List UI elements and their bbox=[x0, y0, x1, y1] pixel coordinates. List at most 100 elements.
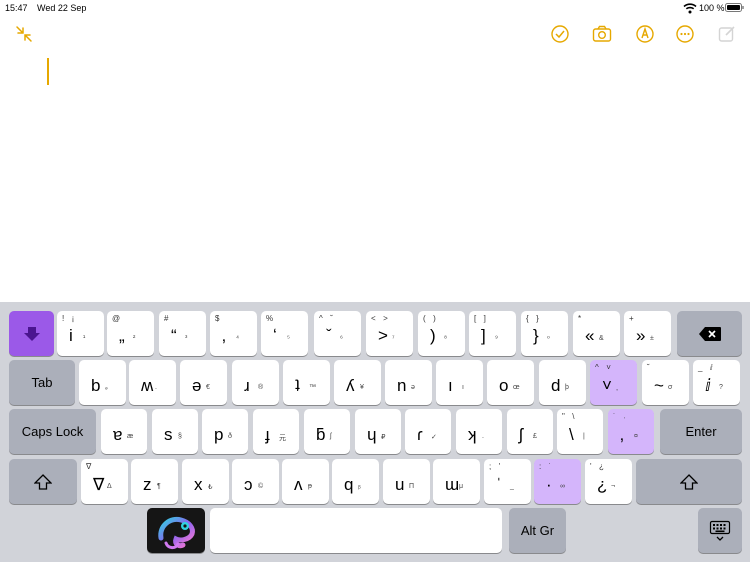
space-key[interactable] bbox=[210, 508, 502, 553]
key-alt-label: þ bbox=[565, 384, 569, 391]
key-shift-label: ˘ bbox=[647, 363, 651, 372]
key-main-label: ‚ bbox=[222, 326, 226, 345]
row1-key-10[interactable]: { }} ⁰ bbox=[521, 311, 568, 356]
row1-key-4[interactable]: $ ‚ ⁴ bbox=[210, 311, 257, 356]
row1-key-6[interactable]: ^ ˘ ˇ ⁶ bbox=[314, 311, 361, 356]
row2-key-3[interactable]: ə € bbox=[180, 360, 227, 405]
row2-key-10[interactable]: dþ bbox=[539, 360, 586, 405]
row1-key-7[interactable]: < > > ⁷ bbox=[366, 311, 413, 356]
key-shift-label: ^ ˘ bbox=[319, 314, 334, 323]
key-main-label: ƃ bbox=[316, 425, 326, 444]
row3-key-8[interactable]: ʞ. bbox=[456, 409, 502, 454]
key-main-label: ) bbox=[430, 326, 436, 345]
key-main-label: ‚ bbox=[620, 425, 624, 444]
key-main-label: ʇ bbox=[295, 376, 300, 395]
key-shift-label: # bbox=[164, 314, 170, 323]
row3-key-11[interactable]: ˙ ˒ ‚ ¤ bbox=[608, 409, 654, 454]
tab-key[interactable]: Tab bbox=[9, 360, 75, 405]
row1-key-11[interactable]: * «& bbox=[573, 311, 620, 356]
row4-key-6[interactable]: qᵦ bbox=[332, 459, 379, 504]
key-shift-label: ∇ bbox=[86, 462, 93, 471]
caps-lock-key[interactable]: Caps Lock bbox=[9, 409, 96, 454]
row4-key-1[interactable]: ∇ ∇ Δ bbox=[81, 459, 128, 504]
row1-key-9[interactable]: [ ]] ⁹ bbox=[469, 311, 516, 356]
key-alt-label: ð bbox=[228, 433, 232, 440]
key-shift-label: " \ bbox=[562, 412, 576, 421]
app-logo-key[interactable] bbox=[147, 508, 205, 553]
key-main-label: ˇ bbox=[326, 326, 332, 345]
more-icon[interactable] bbox=[675, 24, 695, 44]
row2-key-6[interactable]: ʎ ¥ bbox=[334, 360, 381, 405]
row2-key-4[interactable]: ɹ ® bbox=[232, 360, 279, 405]
row4-key-7[interactable]: uП bbox=[383, 459, 430, 504]
row4-key-3[interactable]: x ₺ bbox=[182, 459, 229, 504]
row2-key-11[interactable]: ^ ˅ ˅ ˳ bbox=[590, 360, 637, 405]
row2-key-2[interactable]: ʍ. bbox=[129, 360, 176, 405]
battery-icon bbox=[725, 3, 744, 12]
backspace-key[interactable] bbox=[677, 311, 742, 356]
alt-gr-key[interactable]: Alt Gr bbox=[509, 508, 566, 553]
key-alt-label: ⁶ bbox=[340, 335, 343, 342]
alt-gr-key-label: Alt Gr bbox=[520, 523, 555, 538]
key-main-label: q bbox=[344, 475, 354, 494]
key-main-label: ⅈ bbox=[705, 376, 711, 395]
key-main-label: ı bbox=[448, 376, 453, 395]
row3-key-9[interactable]: ʃ £ bbox=[507, 409, 553, 454]
key-shift-label: ! ¡ bbox=[62, 314, 76, 323]
row1-key-1[interactable]: ! ¡ i ¹ bbox=[57, 311, 104, 356]
row2-key-9[interactable]: oœ bbox=[487, 360, 534, 405]
row4-key-5[interactable]: ʌᵽ bbox=[282, 459, 329, 504]
camera-icon[interactable] bbox=[592, 24, 612, 44]
key-alt-label: œ bbox=[513, 384, 520, 391]
row2-key-1[interactable]: bₔ bbox=[79, 360, 126, 405]
row4-key-11[interactable]: ' ¿ ¿ ¬ bbox=[585, 459, 632, 504]
key-main-label: n bbox=[397, 376, 407, 395]
row3-key-2[interactable]: s § bbox=[152, 409, 198, 454]
row3-key-1[interactable]: ɐæ bbox=[101, 409, 147, 454]
row2-key-8[interactable]: ıı bbox=[436, 360, 483, 405]
row3-key-3[interactable]: pð bbox=[202, 409, 248, 454]
keyboard-dismiss-key[interactable] bbox=[698, 508, 742, 553]
key-main-label: “ bbox=[171, 326, 177, 345]
row1-key-8[interactable]: ( )) ⁸ bbox=[418, 311, 465, 356]
key-alt-label: ¶ bbox=[157, 483, 161, 490]
row3-key-4[interactable]: ɟ元 bbox=[253, 409, 299, 454]
language-switch-key[interactable] bbox=[9, 311, 54, 356]
compose-icon[interactable] bbox=[717, 24, 737, 44]
key-alt-label: μ bbox=[459, 483, 464, 490]
key-main-label: ∇ bbox=[93, 475, 105, 494]
row4-key-10[interactable]: : ˙ · ∞ bbox=[534, 459, 581, 504]
enter-key[interactable]: Enter bbox=[660, 409, 742, 454]
checklist-icon[interactable] bbox=[550, 24, 570, 44]
row4-key-4[interactable]: ɔ © bbox=[232, 459, 279, 504]
collapse-arrows-icon[interactable] bbox=[14, 24, 34, 44]
row1-key-2[interactable]: @ „ ² bbox=[107, 311, 154, 356]
markup-pen-icon[interactable] bbox=[635, 24, 655, 44]
key-alt-label: æ bbox=[127, 433, 134, 440]
key-alt-label: ᵽ bbox=[308, 483, 312, 490]
left-shift-key[interactable] bbox=[9, 459, 77, 504]
key-main-label: ʻ bbox=[273, 326, 277, 345]
row4-key-9[interactable]: ; ' ˈ _ bbox=[484, 459, 531, 504]
row3-key-5[interactable]: ƃʃ bbox=[304, 409, 350, 454]
row3-key-7[interactable]: ɾ ✓ bbox=[405, 409, 451, 454]
key-main-label: ʍ bbox=[141, 376, 154, 395]
key-shift-label: ; ' bbox=[489, 462, 502, 471]
row2-key-5[interactable]: ʇ ™ bbox=[283, 360, 330, 405]
row2-key-7[interactable]: nə bbox=[385, 360, 432, 405]
row4-key-2[interactable]: z ¶ bbox=[131, 459, 178, 504]
key-main-label: ɾ bbox=[417, 425, 423, 444]
enter-key-label: Enter bbox=[685, 424, 717, 439]
row3-key-6[interactable]: ɥ ₽ bbox=[355, 409, 401, 454]
down-arrow-icon bbox=[23, 326, 40, 341]
row3-key-10[interactable]: " \ \ | bbox=[557, 409, 603, 454]
row2-key-12[interactable]: ˘ ~ σ bbox=[642, 360, 689, 405]
row1-key-5[interactable]: % ʻ ⁵ bbox=[261, 311, 308, 356]
row1-key-12[interactable]: +» ± bbox=[624, 311, 671, 356]
key-alt-label: ² bbox=[133, 335, 136, 342]
row4-key-8[interactable]: ɯμ bbox=[433, 459, 480, 504]
right-shift-key[interactable] bbox=[636, 459, 742, 504]
row2-key-13[interactable]: _ ⅈ ⅈ? bbox=[693, 360, 740, 405]
key-main-label: ʞ bbox=[468, 425, 477, 444]
row1-key-3[interactable]: # “ ³ bbox=[159, 311, 206, 356]
